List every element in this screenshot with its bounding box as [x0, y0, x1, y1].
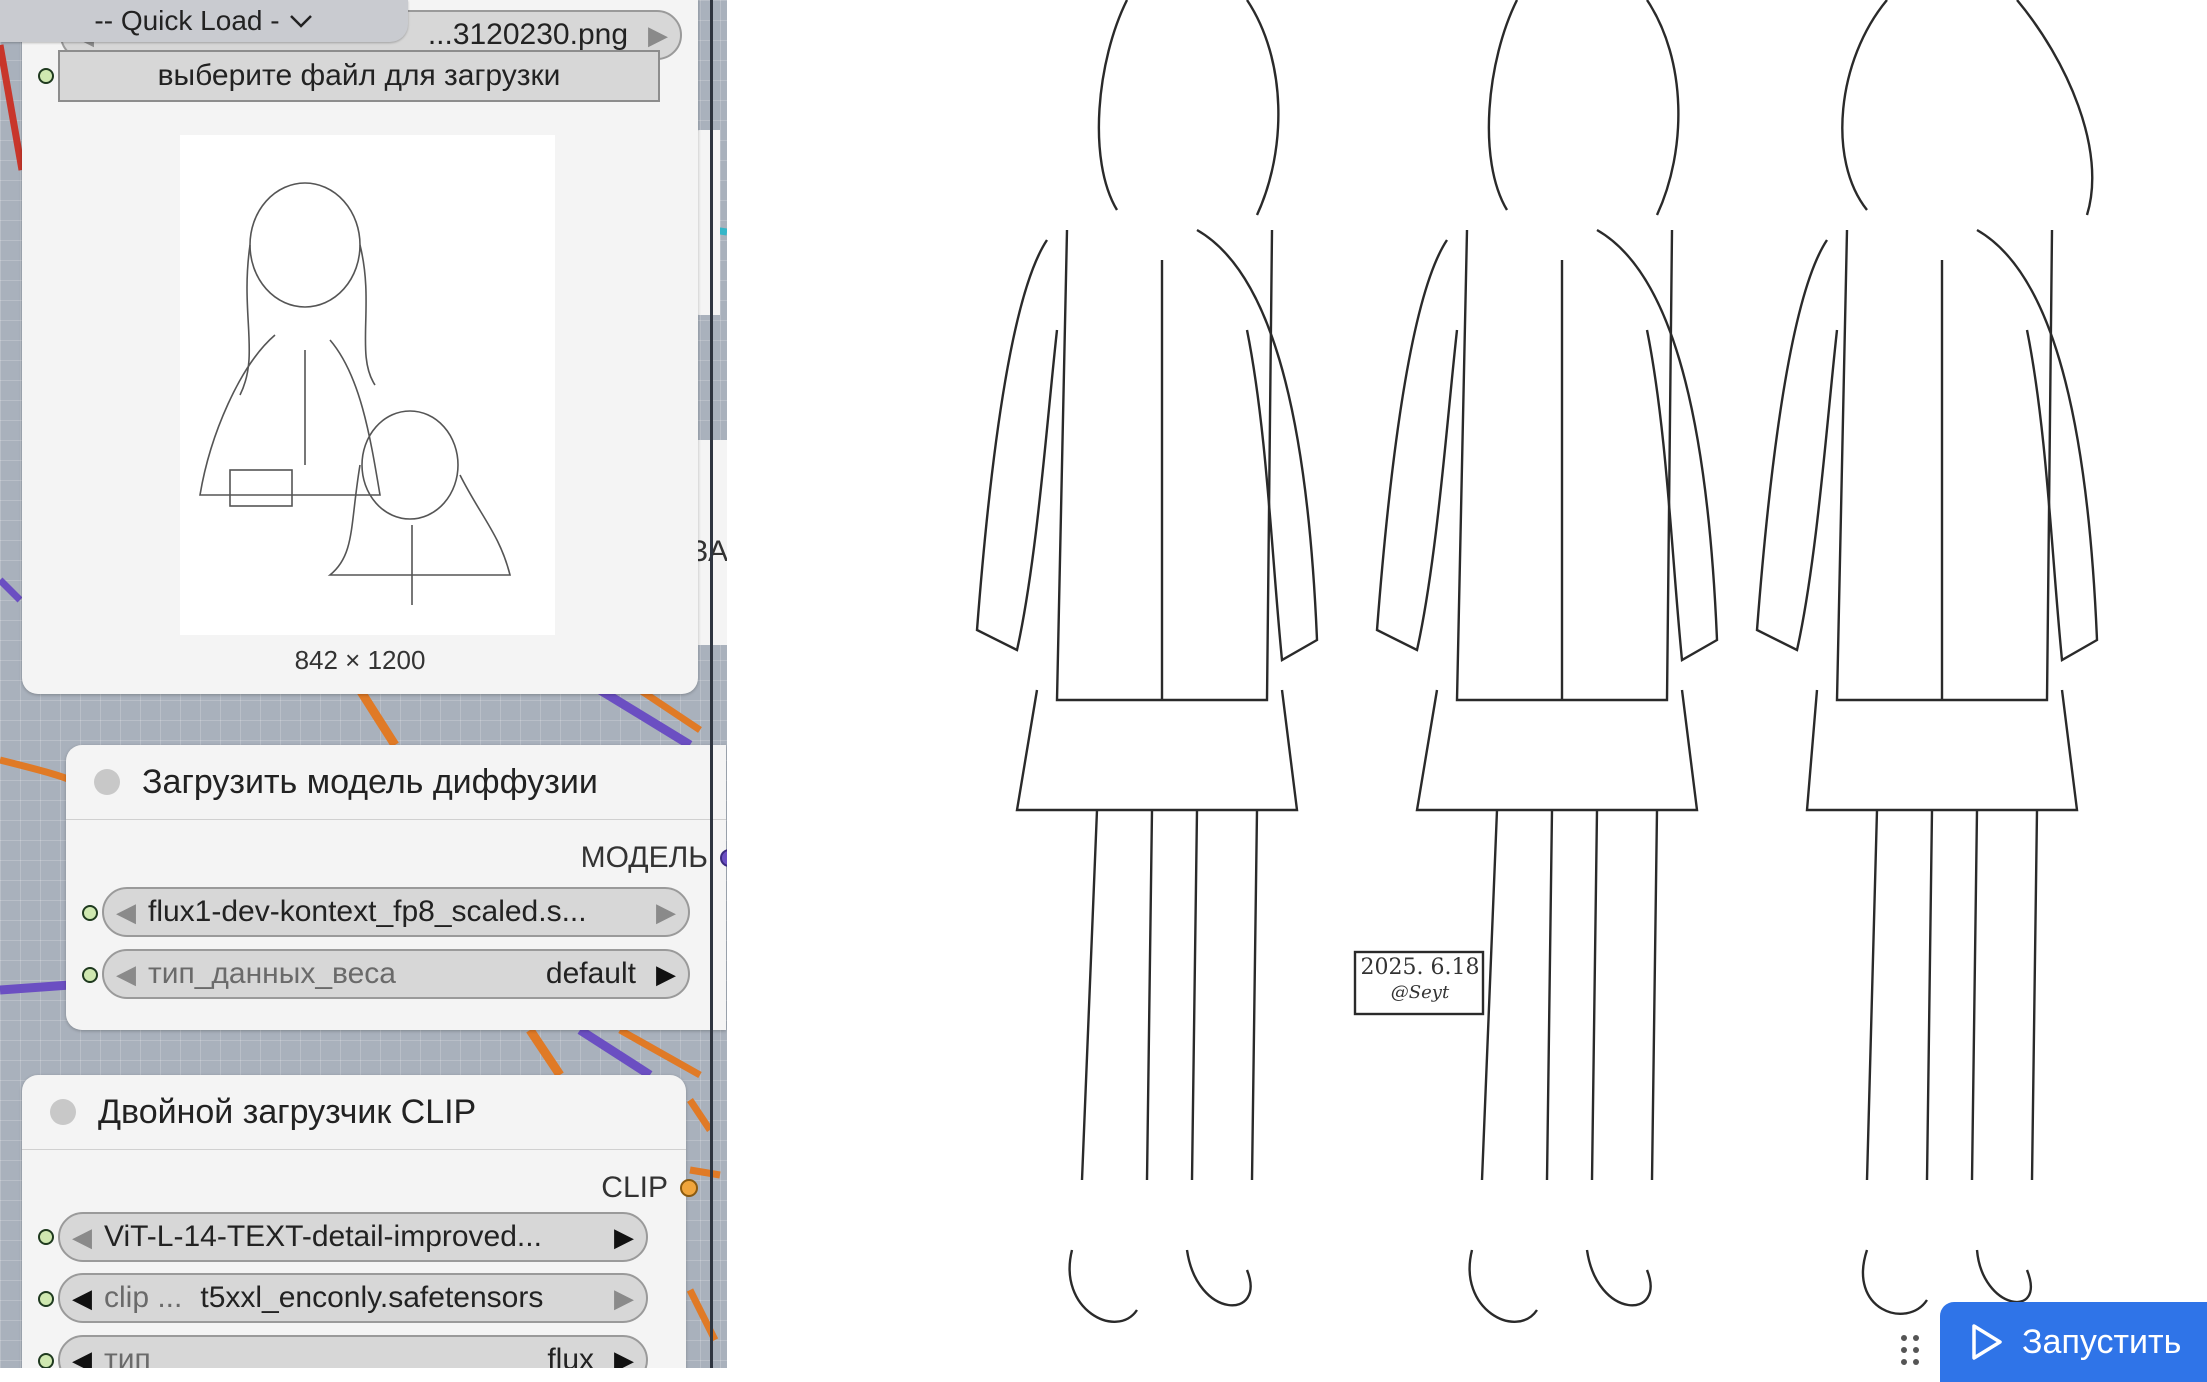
quick-load-label: -- Quick Load -: [94, 5, 280, 36]
image-thumbnail[interactable]: [180, 135, 555, 635]
widget-label: тип: [104, 1343, 151, 1368]
output-model: МОДЕЛЬ: [581, 841, 727, 875]
arrow-right-icon[interactable]: ▶: [602, 1345, 646, 1369]
model-name-widget[interactable]: ◀ flux1-dev-kontext_fp8_scaled.s... ▶: [102, 887, 690, 937]
input-port[interactable]: [82, 905, 98, 921]
stamp-date: 2025. 6.18: [1360, 955, 1480, 980]
node-title: Загрузить модель диффузии: [142, 762, 598, 801]
node-canvas[interactable]: ЗА ◀ ...3120230.png ▶ выберите файл для …: [0, 0, 727, 1368]
input-port[interactable]: [38, 1353, 54, 1368]
arrow-right-icon[interactable]: ▶: [636, 20, 680, 51]
output-label: МОДЕЛЬ: [580, 841, 708, 874]
drag-handle-icon[interactable]: [1898, 1330, 1924, 1368]
node-status-dot[interactable]: [50, 1099, 76, 1125]
node-title: Двойной загрузчик CLIP: [98, 1092, 477, 1131]
node-header[interactable]: Двойной загрузчик CLIP: [22, 1075, 686, 1150]
output-port[interactable]: [680, 1179, 698, 1197]
stamp-signature: @Seyt: [1390, 982, 1450, 1003]
input-port[interactable]: [38, 1229, 54, 1245]
character-sheet-drawing: [975, 0, 2099, 1323]
panel-divider[interactable]: [710, 0, 713, 1368]
widget-value: flux: [547, 1343, 594, 1368]
arrow-left-icon[interactable]: ◀: [60, 1345, 104, 1369]
arrow-right-icon[interactable]: ▶: [602, 1222, 646, 1253]
arrow-right-icon[interactable]: ▶: [644, 897, 688, 928]
clip-type-widget[interactable]: ◀ тип flux ▶: [58, 1335, 648, 1368]
output-label: CLIP: [601, 1171, 668, 1204]
upload-file-button[interactable]: выберите файл для загрузки: [58, 50, 660, 102]
node-header[interactable]: Загрузить модель диффузии: [66, 745, 726, 820]
arrow-left-icon[interactable]: ◀: [104, 897, 148, 928]
dual-clip-loader-node[interactable]: Двойной загрузчик CLIP CLIP ◀ ViT-L-14-T…: [22, 1075, 698, 1368]
output-port[interactable]: [720, 849, 727, 867]
run-button-label: Запустить: [2022, 1322, 2182, 1361]
widget-label: тип_данных_веса: [148, 957, 396, 990]
arrow-left-icon[interactable]: ◀: [104, 959, 148, 990]
arrow-left-icon[interactable]: ◀: [60, 1222, 104, 1253]
image-dimensions: 842 × 1200: [294, 645, 426, 675]
run-button[interactable]: Запустить: [1940, 1302, 2207, 1382]
clip-name1-widget[interactable]: ◀ ViT-L-14-TEXT-detail-improved... ▶: [58, 1212, 648, 1262]
quick-load-dropdown[interactable]: -- Quick Load -: [0, 0, 408, 42]
preview-image: 2025. 6.18 @Seyt: [727, 0, 2207, 1368]
widget-label: clip ...: [104, 1281, 183, 1314]
input-port[interactable]: [38, 68, 54, 84]
weight-dtype-widget[interactable]: ◀ тип_данных_веса default ▶: [102, 949, 690, 999]
play-icon: [1972, 1324, 2002, 1360]
widget-value: default: [545, 957, 636, 990]
arrow-right-icon[interactable]: ▶: [602, 1283, 646, 1314]
widget-value: ViT-L-14-TEXT-detail-improved...: [104, 1220, 542, 1253]
load-image-node[interactable]: ◀ ...3120230.png ▶ выберите файл для заг…: [22, 0, 698, 694]
load-diffusion-model-node[interactable]: Загрузить модель диффузии МОДЕЛЬ ◀ flux1…: [66, 745, 727, 1030]
widget-value: flux1-dev-kontext_fp8_scaled.s...: [148, 895, 587, 928]
input-port[interactable]: [82, 967, 98, 983]
clip-name2-widget[interactable]: ◀ clip ... t5xxl_enconly.safetensors ▶: [58, 1273, 648, 1323]
output-clip: CLIP: [601, 1171, 698, 1205]
input-port[interactable]: [38, 1291, 54, 1307]
chevron-down-icon: [289, 15, 312, 28]
widget-value: t5xxl_enconly.safetensors: [200, 1281, 544, 1314]
sketch-thumbnail-drawing: [199, 182, 512, 605]
arrow-right-icon[interactable]: ▶: [644, 959, 688, 990]
node-status-dot[interactable]: [94, 769, 120, 795]
arrow-left-icon[interactable]: ◀: [60, 1283, 104, 1314]
